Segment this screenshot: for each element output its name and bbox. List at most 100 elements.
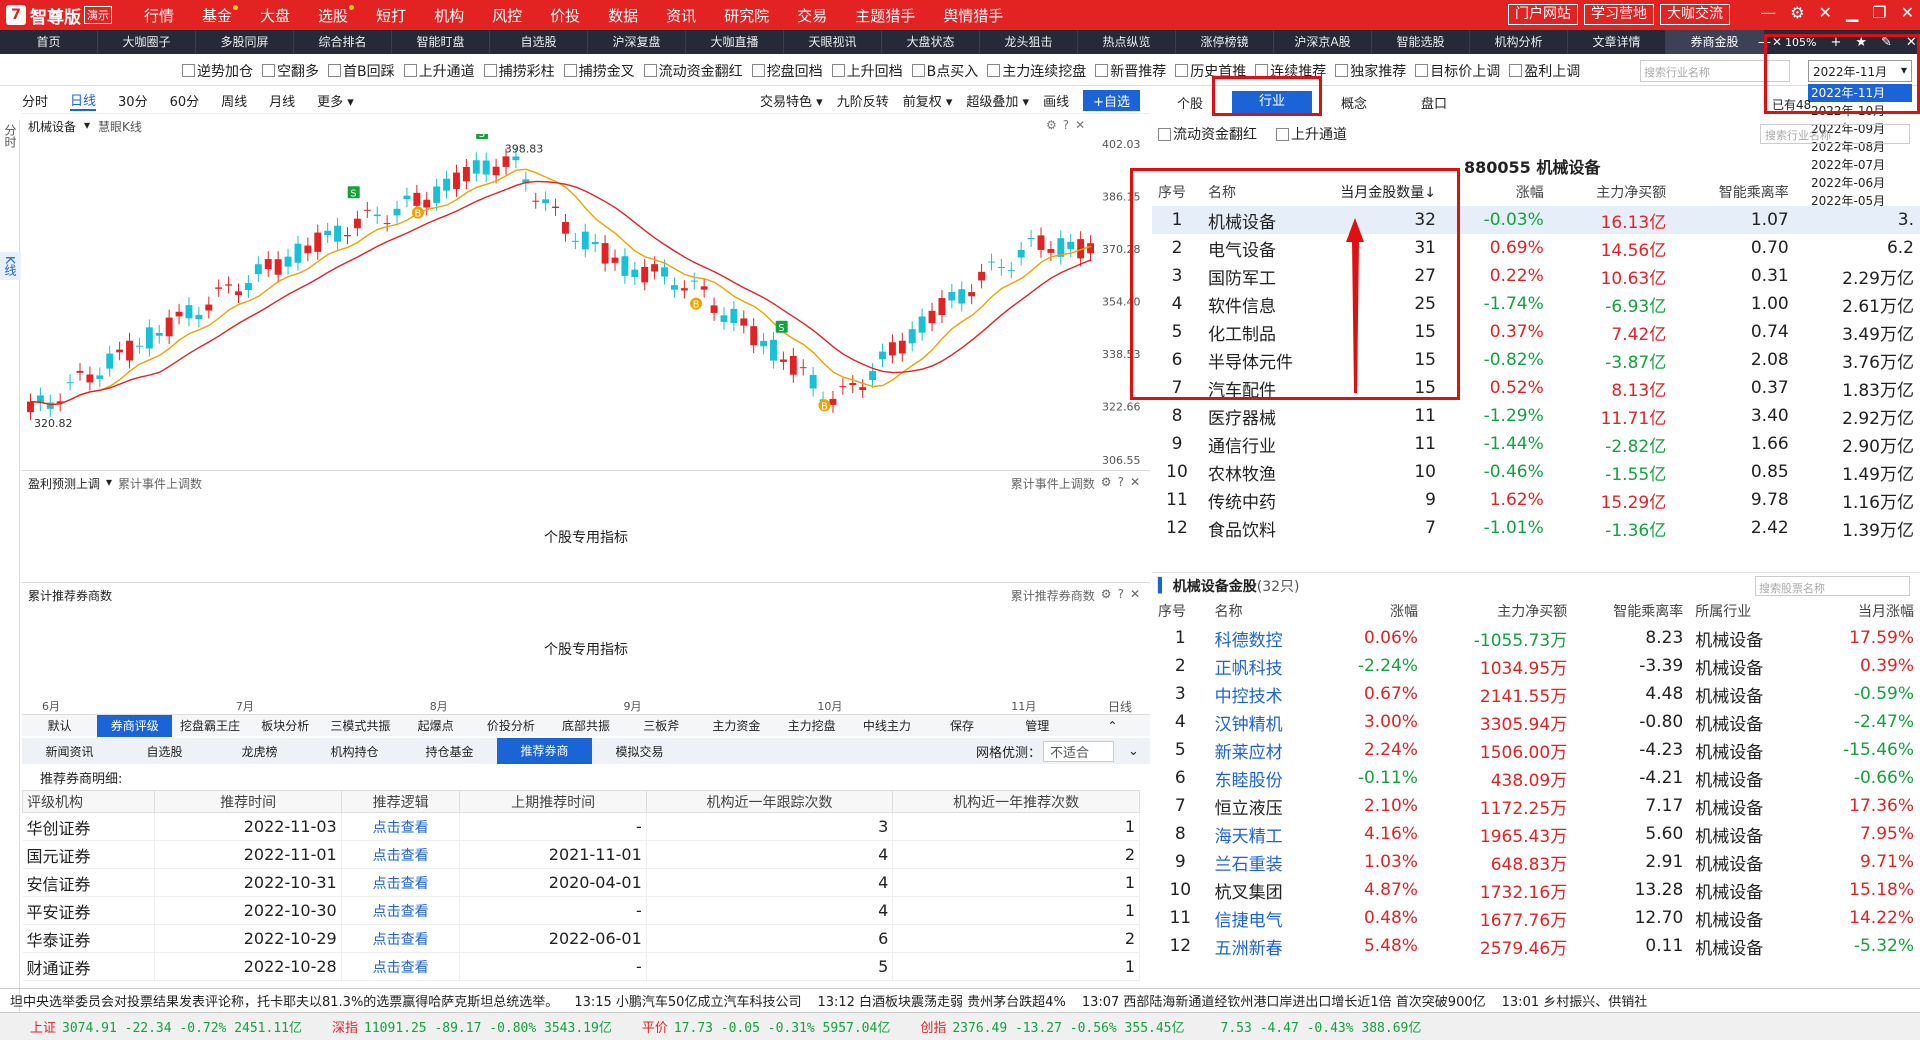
- filter-checkbox[interactable]: 主力连续挖盘: [987, 61, 1086, 81]
- filter-checkbox[interactable]: 捕捞彩柱: [483, 61, 555, 81]
- filter-checkbox[interactable]: B点买入: [911, 61, 978, 81]
- minimize-icon[interactable]: —: [1760, 3, 1776, 22]
- column-header[interactable]: 序号: [1152, 598, 1209, 624]
- stock-name-link[interactable]: 信捷电气: [1209, 904, 1322, 932]
- stock-name-link[interactable]: 海天精工: [1209, 820, 1322, 848]
- index-quote[interactable]: 7.53 -4.47 -0.43% 388.69亿: [1215, 1017, 1422, 1036]
- strategy-tab[interactable]: 默认: [22, 717, 97, 734]
- page-tab[interactable]: 综合排名: [294, 30, 392, 54]
- column-header[interactable]: 评级机构: [21, 790, 156, 813]
- close-icon[interactable]: ✕: [1130, 587, 1140, 604]
- filter-checkbox[interactable]: 盈利上调: [1509, 61, 1580, 81]
- close-icon[interactable]: ✕: [1075, 118, 1085, 132]
- menu-item[interactable]: 选股: [304, 4, 362, 26]
- page-tab[interactable]: 龙头狙击: [980, 30, 1078, 54]
- stock-name-link[interactable]: 五洲新春: [1209, 932, 1322, 960]
- strategy-tab[interactable]: 主力资金: [699, 717, 774, 734]
- stock-name-link[interactable]: 汉钟精机: [1209, 708, 1322, 736]
- page-tab[interactable]: 热点纵览: [1078, 30, 1176, 54]
- indicator-dropdown-icon[interactable]: ▾: [84, 118, 90, 135]
- page-tab[interactable]: 机构分析: [1470, 30, 1568, 54]
- info-tab[interactable]: 机构持仓: [307, 743, 402, 760]
- table-row[interactable]: 3 中控技术 0.67% 2141.55万 4.48 机械设备 -0.59%: [1152, 680, 1920, 708]
- kline-chart[interactable]: 402.03386.15370.28354.40338.53322.66306.…: [22, 134, 1150, 470]
- chevron-down-icon[interactable]: ▾: [106, 475, 112, 492]
- table-row[interactable]: 9 通信行业 11 -1.44% -2.82亿 1.66 2.90万亿: [1152, 430, 1920, 458]
- table-row[interactable]: 安信证券 2022-10-31 点击查看 2020-04-01 4 1: [22, 868, 1140, 897]
- menu-item[interactable]: 行情: [130, 5, 188, 26]
- period-tab[interactable]: 更多 ▾: [317, 91, 354, 110]
- menu-item[interactable]: 大盘: [246, 5, 304, 26]
- table-row[interactable]: 9 兰石重装 1.03% 648.83万 2.91 机械设备 9.71%: [1152, 848, 1920, 876]
- table-row[interactable]: 11 传统中药 9 1.62% 15.29亿 9.78 1.16万亿: [1152, 486, 1920, 514]
- stock-name-link[interactable]: 兰石重装: [1209, 848, 1322, 876]
- filter-checkbox[interactable]: 挖盘回档: [751, 61, 823, 81]
- index-quote[interactable]: 深指 11091.25 -89.17 -0.80% 3543.19亿: [332, 1017, 612, 1036]
- table-cell[interactable]: 点击查看: [341, 812, 461, 841]
- column-header[interactable]: 名称: [1209, 598, 1322, 624]
- chart-tool[interactable]: 九阶反转: [837, 91, 889, 110]
- menu-item[interactable]: 机构: [420, 5, 478, 26]
- stock-name-link[interactable]: 正帆科技: [1209, 652, 1322, 680]
- filter-checkbox[interactable]: 上升通道: [403, 61, 475, 81]
- news-item[interactable]: 13:07 西部陆海新通道经钦州港口岸进出口增长近1倍 首次突破900亿: [1082, 991, 1486, 1010]
- settings-icon[interactable]: ⚙: [1790, 3, 1804, 22]
- chart-tool[interactable]: 超级叠加 ▾: [966, 91, 1029, 110]
- table-row[interactable]: 10 杭叉集团 4.87% 1732.16万 13.28 机械设备 15.18%: [1152, 876, 1920, 904]
- strategy-tab[interactable]: 三模式共振: [323, 717, 398, 734]
- page-tab[interactable]: 智能盯盘: [392, 30, 490, 54]
- period-tab[interactable]: 60分: [170, 91, 200, 110]
- menu-item[interactable]: 交易: [783, 5, 841, 26]
- table-cell[interactable]: 点击查看: [341, 840, 461, 869]
- strategy-tab[interactable]: 挖盘霸王庄: [172, 717, 247, 734]
- page-tab[interactable]: 智能选股: [1372, 30, 1470, 54]
- right-tab[interactable]: 盘口: [1394, 93, 1474, 112]
- filter-checkbox[interactable]: 捕捞金叉: [563, 61, 635, 81]
- menu-item[interactable]: 资讯: [652, 5, 710, 26]
- column-header[interactable]: 机构近一年跟踪次数: [645, 790, 894, 813]
- help-icon[interactable]: ?: [1118, 475, 1124, 492]
- top-link[interactable]: 学习营地: [1584, 4, 1654, 25]
- strategy-tab[interactable]: 券商评级: [97, 714, 173, 737]
- index-quote[interactable]: 创指 2376.49 -13.27 -0.56% 355.45亿: [920, 1017, 1184, 1036]
- table-row[interactable]: 财通证券 2022-10-28 点击查看 -5 1: [22, 952, 1140, 981]
- column-header[interactable]: 智能乘离率: [1573, 598, 1689, 624]
- page-tab[interactable]: 涨停榜镜: [1176, 30, 1274, 54]
- right-filter-checkbox[interactable]: 上升通道: [1276, 124, 1347, 144]
- stock-name-link[interactable]: 中控技术: [1209, 680, 1322, 708]
- table-row[interactable]: 平安证券 2022-10-30 点击查看 -4 1: [22, 896, 1140, 925]
- column-header[interactable]: 当月涨幅: [1803, 598, 1920, 624]
- strategy-tab[interactable]: 中线主力: [849, 717, 924, 734]
- filter-checkbox[interactable]: 首B回踩: [328, 61, 395, 81]
- news-item[interactable]: 13:01 乡村振兴、供销社: [1502, 991, 1648, 1010]
- stock-name-link[interactable]: 科德数控: [1209, 624, 1322, 652]
- stock-name-link[interactable]: 东睦股份: [1209, 764, 1322, 792]
- menu-item[interactable]: 研究院: [710, 5, 783, 26]
- pin-icon[interactable]: ✕: [1819, 3, 1832, 22]
- table-row[interactable]: 7 恒立液压 2.10% 1172.25万 7.17 机械设备 17.36%: [1152, 792, 1920, 820]
- news-item[interactable]: 坦中央选举委员会对投票结果发表评论称，托卡耶夫以81.3%的选票赢得哈萨克斯坦总…: [10, 991, 558, 1010]
- period-tab[interactable]: 30分: [118, 91, 148, 110]
- column-header[interactable]: 涨幅: [1322, 598, 1424, 624]
- filter-checkbox[interactable]: 空翻多: [262, 61, 319, 81]
- industry-search-input-2[interactable]: 搜索行业名称: [1760, 124, 1910, 144]
- menu-item[interactable]: 主题猎手: [841, 5, 929, 26]
- page-tab[interactable]: 天眼视讯: [784, 30, 882, 54]
- help-icon[interactable]: ?: [1063, 118, 1069, 132]
- stock-name-link[interactable]: 恒立液压: [1209, 792, 1322, 820]
- grid-optimize-value[interactable]: 不适合: [1043, 741, 1115, 762]
- period-tab[interactable]: 月线: [269, 91, 295, 110]
- right-filter-checkbox[interactable]: 流动资金翻红: [1158, 124, 1257, 144]
- table-row[interactable]: 1 科德数控 0.06% -1055.73万 8.23 机械设备 17.59%: [1152, 624, 1920, 652]
- right-tab[interactable]: 概念: [1314, 93, 1394, 112]
- period-tab[interactable]: 分时: [22, 91, 48, 110]
- page-tab[interactable]: 大咖圈子: [98, 30, 196, 54]
- filter-checkbox[interactable]: 独家推荐: [1335, 61, 1406, 81]
- stock-name-link[interactable]: 杭叉集团: [1209, 876, 1322, 904]
- help-icon[interactable]: ?: [1118, 587, 1124, 604]
- page-tab[interactable]: 首页: [0, 30, 98, 54]
- column-header[interactable]: 主力净买额: [1424, 598, 1573, 624]
- column-header[interactable]: 智能乘离率: [1672, 178, 1794, 206]
- index-quote[interactable]: 上证 3074.91 -22.34 -0.72% 2451.11亿: [30, 1017, 302, 1036]
- stock-name-link[interactable]: 新莱应材: [1209, 736, 1322, 764]
